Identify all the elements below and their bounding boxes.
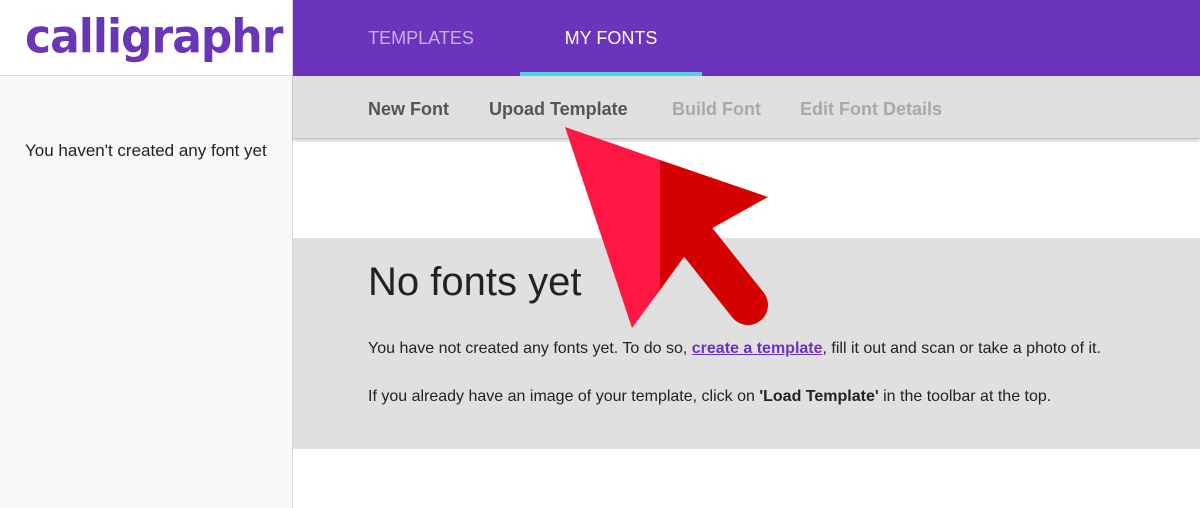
top-nav-bar: TEMPLATES MY FONTS bbox=[293, 0, 1200, 76]
empty-state-load-hint: If you already have an image of your tem… bbox=[368, 388, 1051, 406]
calligraphr-logo[interactable]: calligraphr bbox=[25, 11, 283, 65]
empty-state-instructions: You have not created any fonts yet. To d… bbox=[368, 340, 1101, 358]
instructions-text-start: You have not created any fonts yet. To d… bbox=[368, 340, 692, 357]
hint-text-start: If you already have an image of your tem… bbox=[368, 388, 760, 405]
sidebar: calligraphr You haven't created any font… bbox=[0, 0, 293, 508]
build-font-button[interactable]: Build Font bbox=[672, 76, 761, 142]
font-toolbar: New Font Upoad Template Build Font Edit … bbox=[293, 76, 1200, 139]
empty-state-panel: No fonts yet You have not created any fo… bbox=[293, 238, 1200, 449]
edit-font-details-button[interactable]: Edit Font Details bbox=[800, 76, 942, 142]
logo-area: calligraphr bbox=[0, 0, 292, 76]
empty-state-heading: No fonts yet bbox=[368, 260, 582, 304]
hint-text-end: in the toolbar at the top. bbox=[878, 388, 1052, 405]
create-template-link[interactable]: create a template bbox=[692, 340, 823, 357]
load-template-reference: 'Load Template' bbox=[759, 388, 879, 405]
new-font-button[interactable]: New Font bbox=[368, 76, 449, 142]
tab-my-fonts[interactable]: MY FONTS bbox=[520, 0, 702, 76]
instructions-text-end: , fill it out and scan or take a photo o… bbox=[822, 340, 1101, 357]
sidebar-empty-message: You haven't created any font yet bbox=[25, 141, 267, 160]
upload-template-button[interactable]: Upoad Template bbox=[489, 76, 628, 142]
tab-templates[interactable]: TEMPLATES bbox=[361, 0, 481, 76]
